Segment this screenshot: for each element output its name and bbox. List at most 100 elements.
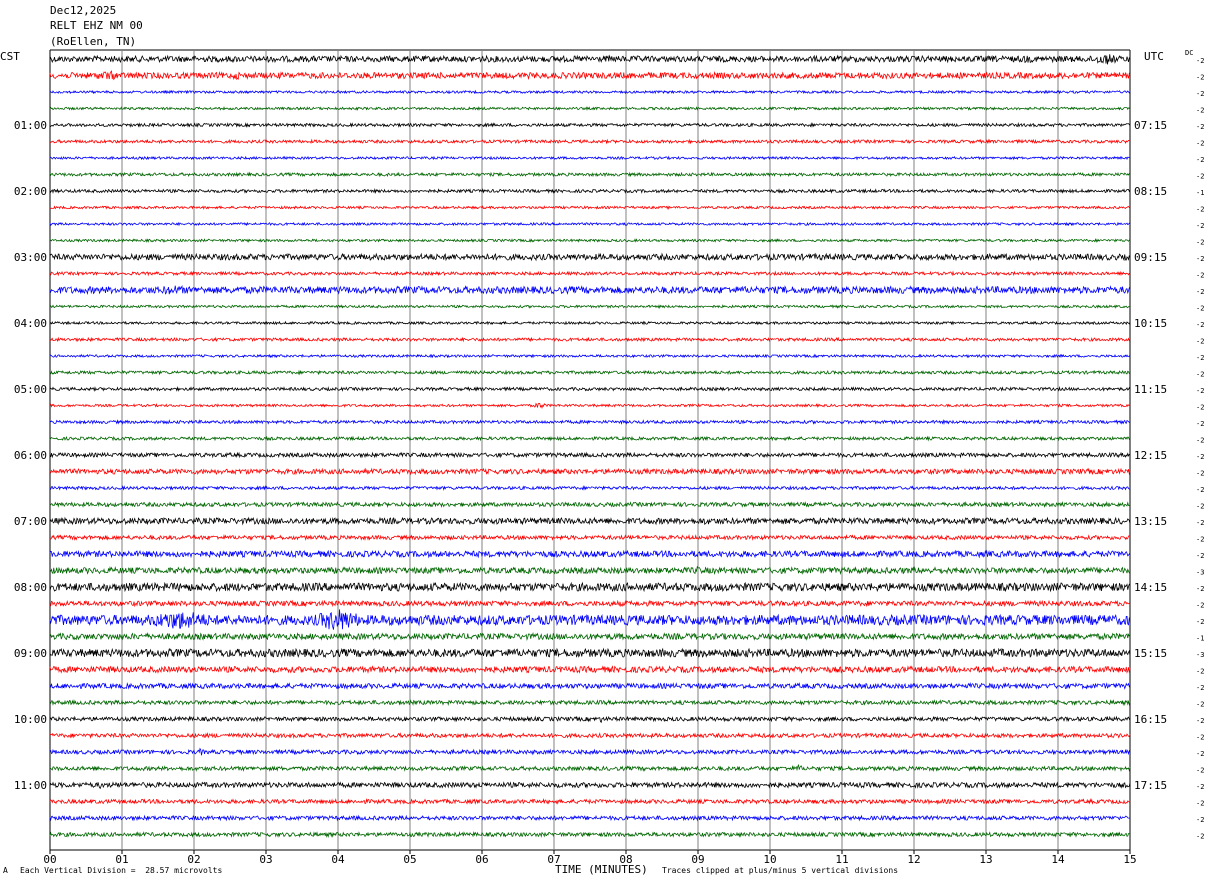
dc-offset-label: -2 [1196, 816, 1204, 824]
dc-offset-label: -2 [1196, 156, 1204, 164]
left-hour-label: 10:00 [14, 713, 47, 726]
dc-offset-label: -2 [1196, 371, 1204, 379]
trace-3 [49, 106, 1131, 111]
right-hour-label: 17:15 [1134, 779, 1167, 792]
dc-offset-label: -2 [1196, 750, 1204, 758]
x-tick-label: 13 [979, 853, 992, 866]
trace-12 [49, 252, 1131, 262]
dc-offset-label: -3 [1196, 569, 1204, 577]
dc-offset-label: -2 [1196, 668, 1204, 676]
x-tick-label: 11 [835, 853, 848, 866]
right-hour-label: 10:15 [1134, 317, 1167, 330]
trace-36 [49, 647, 1131, 659]
trace-8 [49, 187, 1131, 195]
trace-15 [49, 304, 1131, 309]
dc-offset-label: -2 [1196, 833, 1204, 841]
trace-24 [49, 451, 1131, 459]
trace-21 [49, 402, 1131, 409]
trace-25 [49, 467, 1131, 476]
trace-43 [49, 763, 1131, 772]
dc-offset-label: -1 [1196, 189, 1204, 197]
trace-5 [49, 138, 1131, 145]
trace-2 [49, 89, 1131, 95]
trace-45 [49, 798, 1131, 806]
trace-11 [49, 238, 1131, 243]
dc-offset-label: -1 [1196, 635, 1204, 643]
x-tick-label: 06 [475, 853, 488, 866]
x-tick-label: 00 [43, 853, 56, 866]
trace-46 [49, 814, 1131, 822]
trace-41 [49, 732, 1131, 740]
dc-offset-label: -2 [1196, 338, 1204, 346]
trace-32 [49, 581, 1131, 593]
dc-offset-label: -2 [1196, 503, 1204, 511]
trace-9 [49, 205, 1131, 210]
dc-offset-label: -2 [1196, 74, 1204, 82]
trace-30 [49, 549, 1131, 559]
x-tick-label: 01 [115, 853, 128, 866]
left-hour-label: 07:00 [14, 515, 47, 528]
dc-offset-label: -2 [1196, 321, 1204, 329]
trace-26 [49, 485, 1131, 491]
dc-offset-label: -2 [1196, 123, 1204, 131]
trace-22 [49, 418, 1131, 426]
left-hour-label: 03:00 [14, 251, 47, 264]
left-hour-label: 06:00 [14, 449, 47, 462]
dc-offset-label: -2 [1196, 453, 1204, 461]
x-tick-label: 15 [1123, 853, 1136, 866]
right-hour-label: 14:15 [1134, 581, 1167, 594]
left-hour-label: 05:00 [14, 383, 47, 396]
dc-offset-label: -2 [1196, 288, 1204, 296]
x-tick-label: 12 [907, 853, 920, 866]
right-hour-label: 11:15 [1134, 383, 1167, 396]
trace-18 [49, 353, 1131, 359]
dc-offset-label: -2 [1196, 767, 1204, 775]
dc-offset-label: -2 [1196, 717, 1204, 725]
trace-47 [49, 830, 1131, 839]
dc-offset-label: -2 [1196, 272, 1204, 280]
dc-offset-label: -2 [1196, 684, 1204, 692]
dc-offset-label: -2 [1196, 420, 1204, 428]
dc-offset-label: -2 [1196, 90, 1204, 98]
trace-27 [49, 500, 1131, 509]
trace-44 [49, 781, 1131, 790]
dc-offset-label: -2 [1196, 800, 1204, 808]
dc-offset-label: -2 [1196, 206, 1204, 214]
x-tick-label: 02 [187, 853, 200, 866]
helicorder-plot: 00 01 02 03 04 05 06 07 08 09 10 11 12 13 14 15-2-2-2-2… [14, 49, 1204, 866]
dc-offset-label: -2 [1196, 404, 1204, 412]
dc-offset-label: -2 [1196, 173, 1204, 181]
trace-19 [49, 369, 1131, 376]
left-hour-label: 08:00 [14, 581, 47, 594]
dc-offset-label: -2 [1196, 734, 1204, 742]
dc-offset-label: -2 [1196, 140, 1204, 148]
trace-23 [49, 435, 1131, 442]
left-hour-label: 02:00 [14, 185, 47, 198]
right-hour-label: 12:15 [1134, 449, 1167, 462]
footer-left-mark: A [3, 866, 8, 875]
trace-6 [49, 155, 1130, 161]
dc-offset-label: -2 [1196, 486, 1204, 494]
trace-0 [49, 54, 1131, 65]
dc-offset-label: -2 [1196, 57, 1204, 65]
right-hour-label: 07:15 [1134, 119, 1167, 132]
dc-offset-label: -2 [1196, 536, 1204, 544]
trace-31 [49, 565, 1131, 576]
dc-offset-label: -2 [1196, 239, 1204, 247]
trace-16 [49, 320, 1131, 326]
right-hour-label: 13:15 [1134, 515, 1167, 528]
right-hour-label: 15:15 [1134, 647, 1167, 660]
trace-1 [49, 70, 1131, 81]
left-hour-label: 11:00 [14, 779, 47, 792]
clip-note: Traces clipped at plus/minus 5 vertical … [662, 866, 899, 875]
trace-33 [49, 599, 1131, 608]
x-axis-title: TIME (MINUTES) [555, 863, 648, 876]
dc-offset-label: -2 [1196, 354, 1204, 362]
trace-4 [49, 122, 1131, 128]
right-hour-label: 16:15 [1134, 713, 1167, 726]
dc-offset-label: -2 [1196, 107, 1204, 115]
dc-offset-label: -3 [1196, 651, 1204, 659]
scale-note: Each Vertical Division = 28.57 microvolt… [20, 866, 223, 875]
trace-39 [49, 698, 1131, 707]
left-hour-label: 09:00 [14, 647, 47, 660]
